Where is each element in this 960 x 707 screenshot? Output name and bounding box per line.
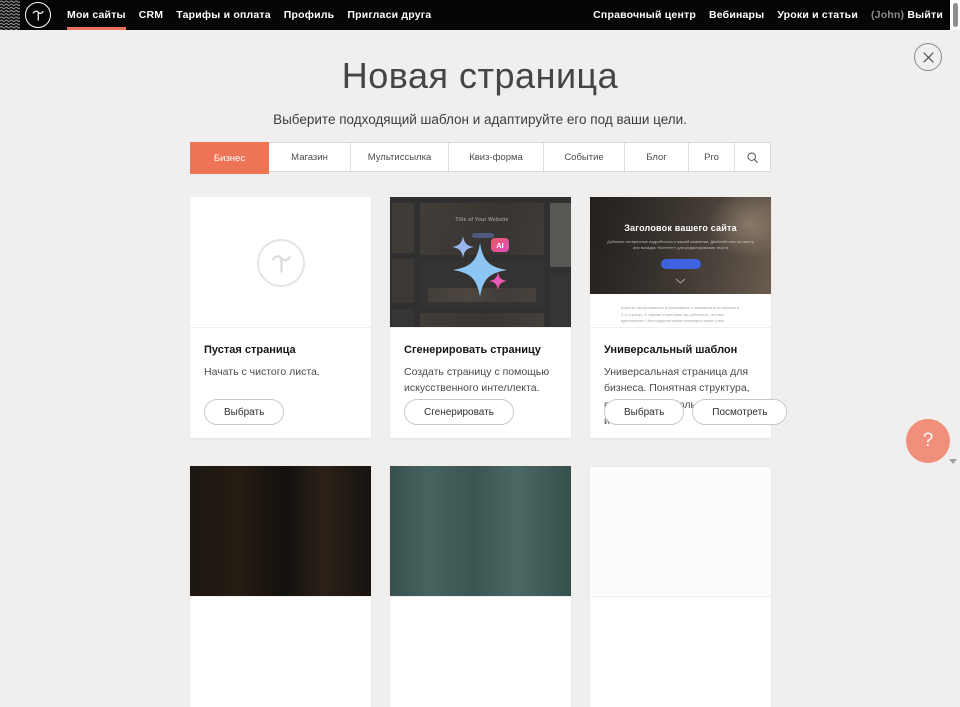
template-preview-image — [190, 466, 371, 597]
generate-button[interactable]: Сгенерировать — [404, 399, 514, 425]
scrollbar-track[interactable] — [950, 0, 960, 30]
template-hero-subtitle: Добавьте интересные подробности о вашей … — [605, 239, 756, 252]
template-category-tabs: Бизнес Магазин Мультиссылка Квиз-форма С… — [190, 142, 771, 172]
chevron-down-icon — [675, 278, 686, 284]
nav-user-name: (John) Выйти — [871, 0, 943, 30]
nav-left-menu: Мои сайты CRM Тарифы и оплата Профиль Пр… — [67, 0, 431, 30]
card-actions: Выбрать — [204, 399, 284, 425]
tilda-logo[interactable] — [25, 2, 51, 28]
blank-page-preview — [190, 197, 371, 328]
tab-search[interactable] — [735, 143, 770, 171]
card-description: Создать страницу с помощью искусственног… — [404, 364, 557, 397]
card-generate-ai[interactable]: Title of Your Website — [390, 197, 571, 438]
scrollbar-thumb[interactable] — [953, 3, 958, 27]
tab-business[interactable]: Бизнес — [190, 142, 269, 174]
nav-item-crm[interactable]: CRM — [139, 0, 164, 30]
template-hero-title: Заголовок вашего сайта — [590, 223, 771, 233]
tab-event[interactable]: Событие — [544, 143, 625, 171]
close-icon — [922, 51, 935, 64]
nav-item-my-sites[interactable]: Мои сайты — [67, 0, 126, 30]
page-subtitle: Выберите подходящий шаблон и адаптируйте… — [0, 112, 960, 127]
template-card-partial[interactable] — [390, 466, 571, 707]
nav-item-profile[interactable]: Профиль — [284, 0, 335, 30]
edge-texture-pattern — [0, 0, 20, 30]
template-cards-grid: Пустая страница Начать с чистого листа. … — [190, 197, 771, 707]
tilda-watermark-circle — [257, 239, 305, 287]
tilda-watermark-icon — [267, 249, 295, 277]
close-button[interactable] — [914, 43, 942, 71]
select-template-button[interactable]: Выбрать — [604, 399, 684, 425]
logout-link[interactable]: Выйти — [907, 9, 943, 21]
nav-item-webinars[interactable]: Вебинары — [709, 0, 764, 30]
select-blank-button[interactable]: Выбрать — [204, 399, 284, 425]
template-preview-image — [590, 466, 771, 597]
card-blank-page[interactable]: Пустая страница Начать с чистого листа. … — [190, 197, 371, 438]
template-card-partial[interactable] — [190, 466, 371, 707]
nav-item-lessons[interactable]: Уроки и статьи — [777, 0, 858, 30]
tab-multilink[interactable]: Мультиссылка — [351, 143, 449, 171]
card-body: Пустая страница Начать с чистого листа. — [190, 328, 371, 380]
scrollbar-down-arrow[interactable] — [949, 459, 957, 464]
tab-pro[interactable]: Pro — [689, 143, 735, 171]
template-body-text: Коротко представьтесь и расскажите о ком… — [621, 305, 741, 328]
tab-blog[interactable]: Блог — [625, 143, 689, 171]
nav-item-invite-friend[interactable]: Пригласи друга — [347, 0, 431, 30]
ai-badge: AI — [491, 238, 509, 252]
template-card-partial[interactable] — [590, 466, 771, 707]
nav-item-tariffs[interactable]: Тарифы и оплата — [176, 0, 271, 30]
card-body: Сгенерировать страницу Создать страницу … — [390, 328, 571, 397]
universal-template-preview: Заголовок вашего сайта Добавьте интересн… — [590, 197, 771, 328]
card-title: Сгенерировать страницу — [404, 344, 557, 356]
card-universal-template[interactable]: Заголовок вашего сайта Добавьте интересн… — [590, 197, 771, 438]
top-navbar: Мои сайты CRM Тарифы и оплата Профиль Пр… — [0, 0, 960, 30]
help-button[interactable]: ? — [906, 419, 950, 463]
ai-preview: Title of Your Website — [390, 197, 571, 328]
card-actions: Сгенерировать — [404, 399, 514, 425]
tab-store[interactable]: Магазин — [269, 143, 351, 171]
template-hero-button — [661, 259, 701, 269]
card-description: Начать с чистого листа. — [204, 364, 357, 380]
page-title: Новая страница — [0, 55, 960, 97]
card-title: Универсальный шаблон — [604, 344, 757, 356]
preview-template-button[interactable]: Посмотреть — [692, 399, 787, 425]
card-title: Пустая страница — [204, 344, 357, 356]
card-actions: Выбрать Посмотреть — [604, 399, 787, 425]
template-hero-image: Заголовок вашего сайта Добавьте интересн… — [590, 197, 771, 294]
nav-right-menu: Справочный центр Вебинары Уроки и статьи… — [593, 0, 943, 30]
ai-sparkle-icon — [390, 197, 571, 328]
nav-item-help-center[interactable]: Справочный центр — [593, 0, 696, 30]
tilda-logo-icon — [30, 7, 46, 23]
tab-quiz-form[interactable]: Квиз-форма — [449, 143, 544, 171]
template-preview-image — [390, 466, 571, 597]
search-icon — [746, 151, 759, 164]
